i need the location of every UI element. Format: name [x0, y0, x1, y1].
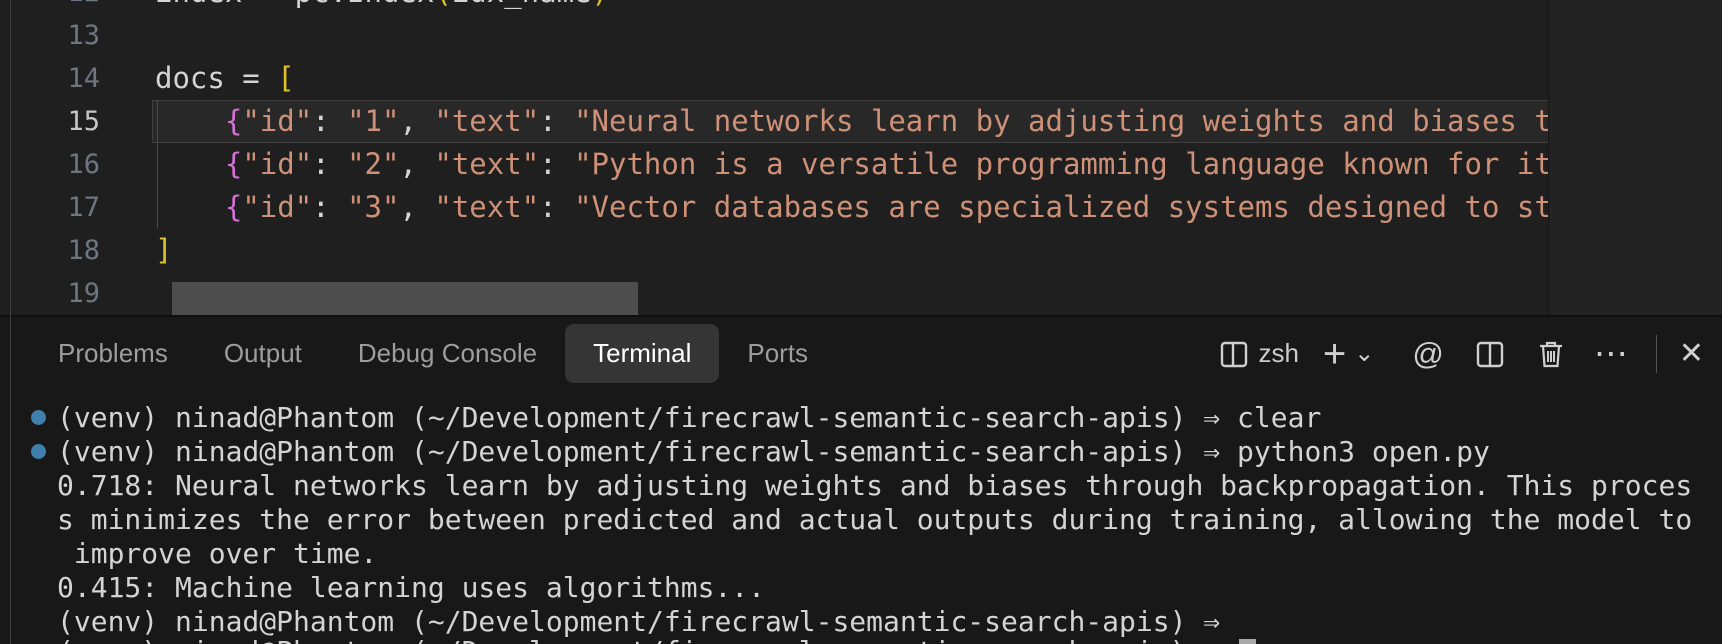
line-number: 16: [0, 143, 100, 186]
code-token: [155, 147, 225, 181]
code-token: :: [312, 190, 347, 224]
code-token: docs =: [155, 61, 277, 95]
terminal-tabs-icon[interactable]: [1218, 331, 1250, 377]
code-token: ,: [399, 190, 434, 224]
code-line[interactable]: 12 index = pc.Index(idx_name): [0, 0, 1548, 14]
vscode-window: 12 index = pc.Index(idx_name) 1314 docs = […: [0, 0, 1722, 644]
code-token: [: [277, 61, 294, 95]
code-line[interactable]: 15 {"id": "1", "text": "Neural networks …: [0, 100, 1548, 143]
code-text: {"id": "2", "text": "Python is a versati…: [155, 143, 1548, 186]
code-token: {: [225, 190, 242, 224]
new-terminal-icon[interactable]: +: [1323, 331, 1346, 377]
window-left-border: [10, 0, 11, 644]
code-text: docs = [: [155, 57, 295, 100]
kill-terminal-trash-icon[interactable]: [1536, 331, 1566, 377]
code-token: idx_name: [452, 0, 592, 9]
close-panel-icon[interactable]: ✕: [1679, 331, 1704, 377]
code-editor[interactable]: 12 index = pc.Index(idx_name) 1314 docs = […: [0, 0, 1722, 315]
editor-lines[interactable]: 12 index = pc.Index(idx_name) 1314 docs = […: [0, 0, 1548, 315]
line-number: 18: [0, 229, 100, 272]
bottom-panel: ProblemsOutputDebug ConsoleTerminalPorts…: [0, 317, 1722, 644]
code-token: "id": [242, 190, 312, 224]
code-token: :: [539, 147, 574, 181]
editor-right-margin: [1548, 0, 1722, 315]
split-terminal-icon[interactable]: [1474, 331, 1506, 377]
code-line[interactable]: 18]: [0, 229, 1548, 272]
line-number: 19: [0, 272, 100, 315]
code-token: "text": [434, 104, 539, 138]
terminal-line: 0.718: Neural networks learn by adjustin…: [57, 468, 1692, 503]
terminal-content[interactable]: (venv) ninad@Phantom (~/Development/fire…: [0, 390, 1722, 644]
toolbar-divider: [1656, 335, 1657, 373]
code-token: :: [539, 190, 574, 224]
code-token: index = pc.Index: [155, 0, 434, 9]
code-token: "2": [347, 147, 399, 181]
code-token: "Neural networks learn by adjusting weig…: [574, 104, 1548, 138]
code-token: [155, 104, 225, 138]
terminal-line: s minimizes the error between predicted …: [57, 502, 1692, 537]
code-token: ): [592, 0, 609, 9]
line-number: 12: [0, 0, 100, 14]
code-token: "text": [434, 190, 539, 224]
line-number: 14: [0, 57, 100, 100]
code-token: :: [312, 104, 347, 138]
launch-profile-chevron-icon[interactable]: ⌄: [1354, 331, 1374, 377]
code-line[interactable]: 16 {"id": "2", "text": "Python is a vers…: [0, 143, 1548, 186]
terminal-line: (venv) ninad@Phantom (~/Development/fire…: [57, 634, 1256, 644]
code-text: index = pc.Index(idx_name): [155, 0, 609, 14]
code-text: {"id": "3", "text": "Vector databases ar…: [155, 186, 1548, 229]
indent-guide: [157, 100, 158, 229]
chat-icon[interactable]: @: [1412, 331, 1443, 377]
code-token: "1": [347, 104, 399, 138]
line-number: 13: [0, 14, 100, 57]
terminal-line: (venv) ninad@Phantom (~/Development/fire…: [57, 400, 1321, 435]
line-number: 17: [0, 186, 100, 229]
code-token: "Vector databases are specialized system…: [574, 190, 1548, 224]
terminal-cursor: [1239, 639, 1256, 644]
code-token: ,: [399, 147, 434, 181]
tab-debug-console[interactable]: Debug Console: [330, 324, 565, 383]
code-token: [155, 190, 225, 224]
code-token: ]: [155, 233, 172, 267]
command-decoration-dot[interactable]: [31, 410, 46, 425]
horizontal-scrollbar[interactable]: [172, 282, 638, 315]
code-text: {"id": "1", "text": "Neural networks lea…: [155, 100, 1548, 143]
tab-problems[interactable]: Problems: [30, 324, 196, 383]
code-token: "text": [434, 147, 539, 181]
more-actions-icon[interactable]: ⋯: [1594, 331, 1630, 377]
code-token: :: [312, 147, 347, 181]
code-token: :: [539, 104, 574, 138]
terminal-line: improve over time.: [57, 536, 377, 571]
shell-name-label[interactable]: zsh: [1258, 338, 1298, 369]
tab-terminal[interactable]: Terminal: [565, 324, 719, 383]
code-line[interactable]: 14 docs = [: [0, 57, 1548, 100]
terminal-line: 0.415: Machine learning uses algorithms.…: [57, 570, 765, 605]
code-token: {: [225, 104, 242, 138]
tab-output[interactable]: Output: [196, 324, 330, 383]
code-token: "id": [242, 104, 312, 138]
code-token: ,: [399, 104, 434, 138]
code-token: "3": [347, 190, 399, 224]
terminal-line: (venv) ninad@Phantom (~/Development/fire…: [57, 434, 1490, 469]
code-token: "id": [242, 147, 312, 181]
code-token: "Python is a versatile programming langu…: [574, 147, 1548, 181]
code-line[interactable]: 17 {"id": "3", "text": "Vector databases…: [0, 186, 1548, 229]
panel-toolbar: zsh + ⌄ @ ⋯ ✕: [1188, 317, 1722, 390]
panel-tabs: ProblemsOutputDebug ConsoleTerminalPorts: [30, 317, 836, 390]
tab-ports[interactable]: Ports: [719, 324, 836, 383]
code-token: {: [225, 147, 242, 181]
command-decoration-dot[interactable]: [31, 444, 46, 459]
line-number: 15: [0, 100, 100, 143]
code-line[interactable]: 13: [0, 14, 1548, 57]
code-text: ]: [155, 229, 172, 272]
code-token: (: [434, 0, 451, 9]
